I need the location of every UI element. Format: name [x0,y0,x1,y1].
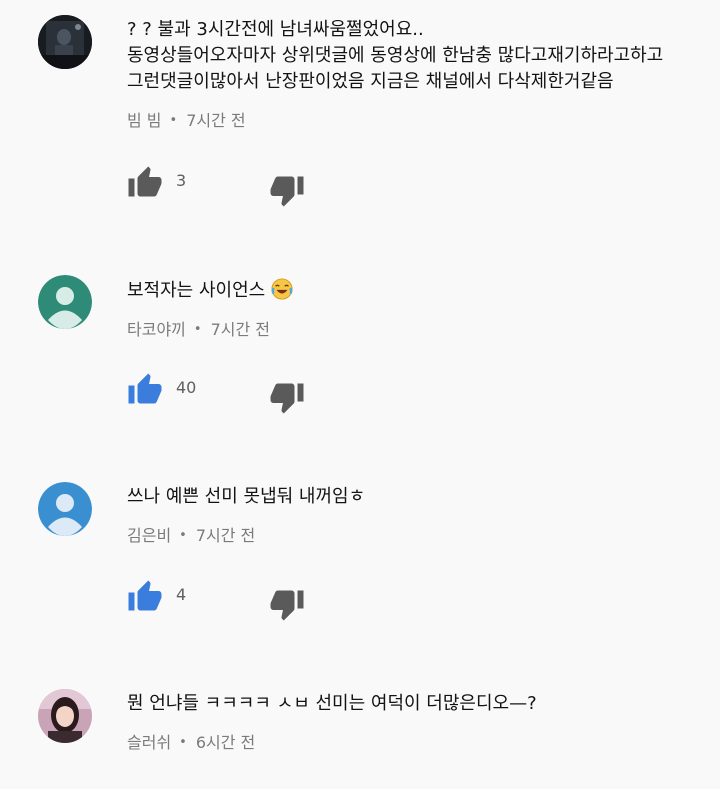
separator-dot: • [179,528,187,543]
timestamp[interactable]: 7시간 전 [211,320,270,339]
default-user-avatar-icon [38,275,92,329]
separator-dot: • [169,113,178,128]
author-name[interactable]: 타코야끼 [127,320,186,339]
thumbs-up-icon [128,166,162,197]
comment-line: 보적자는 사이언스 [127,280,266,301]
like-button[interactable] [127,372,163,408]
thumbs-down-icon [270,590,304,621]
author-name[interactable]: 빔 빔 [127,111,162,130]
like-count: 4 [176,585,187,604]
comment-line: 뭔 언냐들 ㅋㅋㅋㅋ ㅅㅂ 선미는 여덕이 더많은디오—? [127,693,537,714]
comment-meta: 타코야끼 • 7시간 전 [127,316,720,340]
thumbs-down-icon [270,383,304,414]
separator-dot: • [193,322,202,337]
comment-meta: 슬러쉬 • 6시간 전 [127,729,720,753]
comment-line: 동영상들어오자마자 상위댓글에 동영상에 한남충 많다고재기하라고하고 [127,45,664,66]
photo-avatar-dark-icon [38,15,92,69]
thumbs-down-icon [270,176,304,207]
timestamp[interactable]: 7시간 전 [186,111,245,130]
photo-avatar-woman-icon [38,689,92,743]
comment-line: 쓰나 예쁜 선미 못냅둬 내꺼임ㅎ [127,486,366,507]
like-count: 3 [176,171,187,190]
comment-text: 쓰나 예쁜 선미 못냅둬 내꺼임ㅎ [127,484,720,510]
dislike-button[interactable] [269,586,305,622]
like-count: 40 [176,378,197,397]
comment-meta: 빔 빔 • 7시간 전 [127,107,720,131]
comment-line: 그런댓글이많아서 난장판이었음 지금은 채널에서 다삭제한거같음 [127,71,614,92]
comment-actions: 3 [127,165,427,208]
avatar[interactable] [38,482,92,536]
comment-line: ? ? 불과 3시간전에 남녀싸움쩔었어요.. [127,19,424,40]
crying-laughing-emoji-icon [271,278,293,300]
thumbs-up-icon [128,373,162,404]
dislike-button[interactable] [269,379,305,415]
avatar[interactable] [38,275,92,329]
comment-text: 뭔 언냐들 ㅋㅋㅋㅋ ㅅㅂ 선미는 여덕이 더많은디오—? [127,691,720,717]
like-button[interactable] [127,579,163,615]
like-button[interactable] [127,165,163,201]
timestamp[interactable]: 7시간 전 [196,526,255,545]
avatar[interactable] [38,689,92,743]
thumbs-up-icon [128,580,162,611]
comment-actions: 4 [127,579,427,622]
comment-text: ? ? 불과 3시간전에 남녀싸움쩔었어요.. 동영상들어오자마자 상위댓글에 … [127,17,720,95]
separator-dot: • [179,735,187,750]
avatar[interactable] [38,15,92,69]
timestamp[interactable]: 6시간 전 [196,733,255,752]
comment-text: 보적자는 사이언스 [127,278,720,304]
default-user-avatar-icon [38,482,92,536]
author-name[interactable]: 슬러쉬 [127,733,171,752]
comment-actions: 40 [127,372,427,415]
author-name[interactable]: 김은비 [127,526,171,545]
comment-meta: 김은비 • 7시간 전 [127,522,720,546]
dislike-button[interactable] [269,172,305,208]
